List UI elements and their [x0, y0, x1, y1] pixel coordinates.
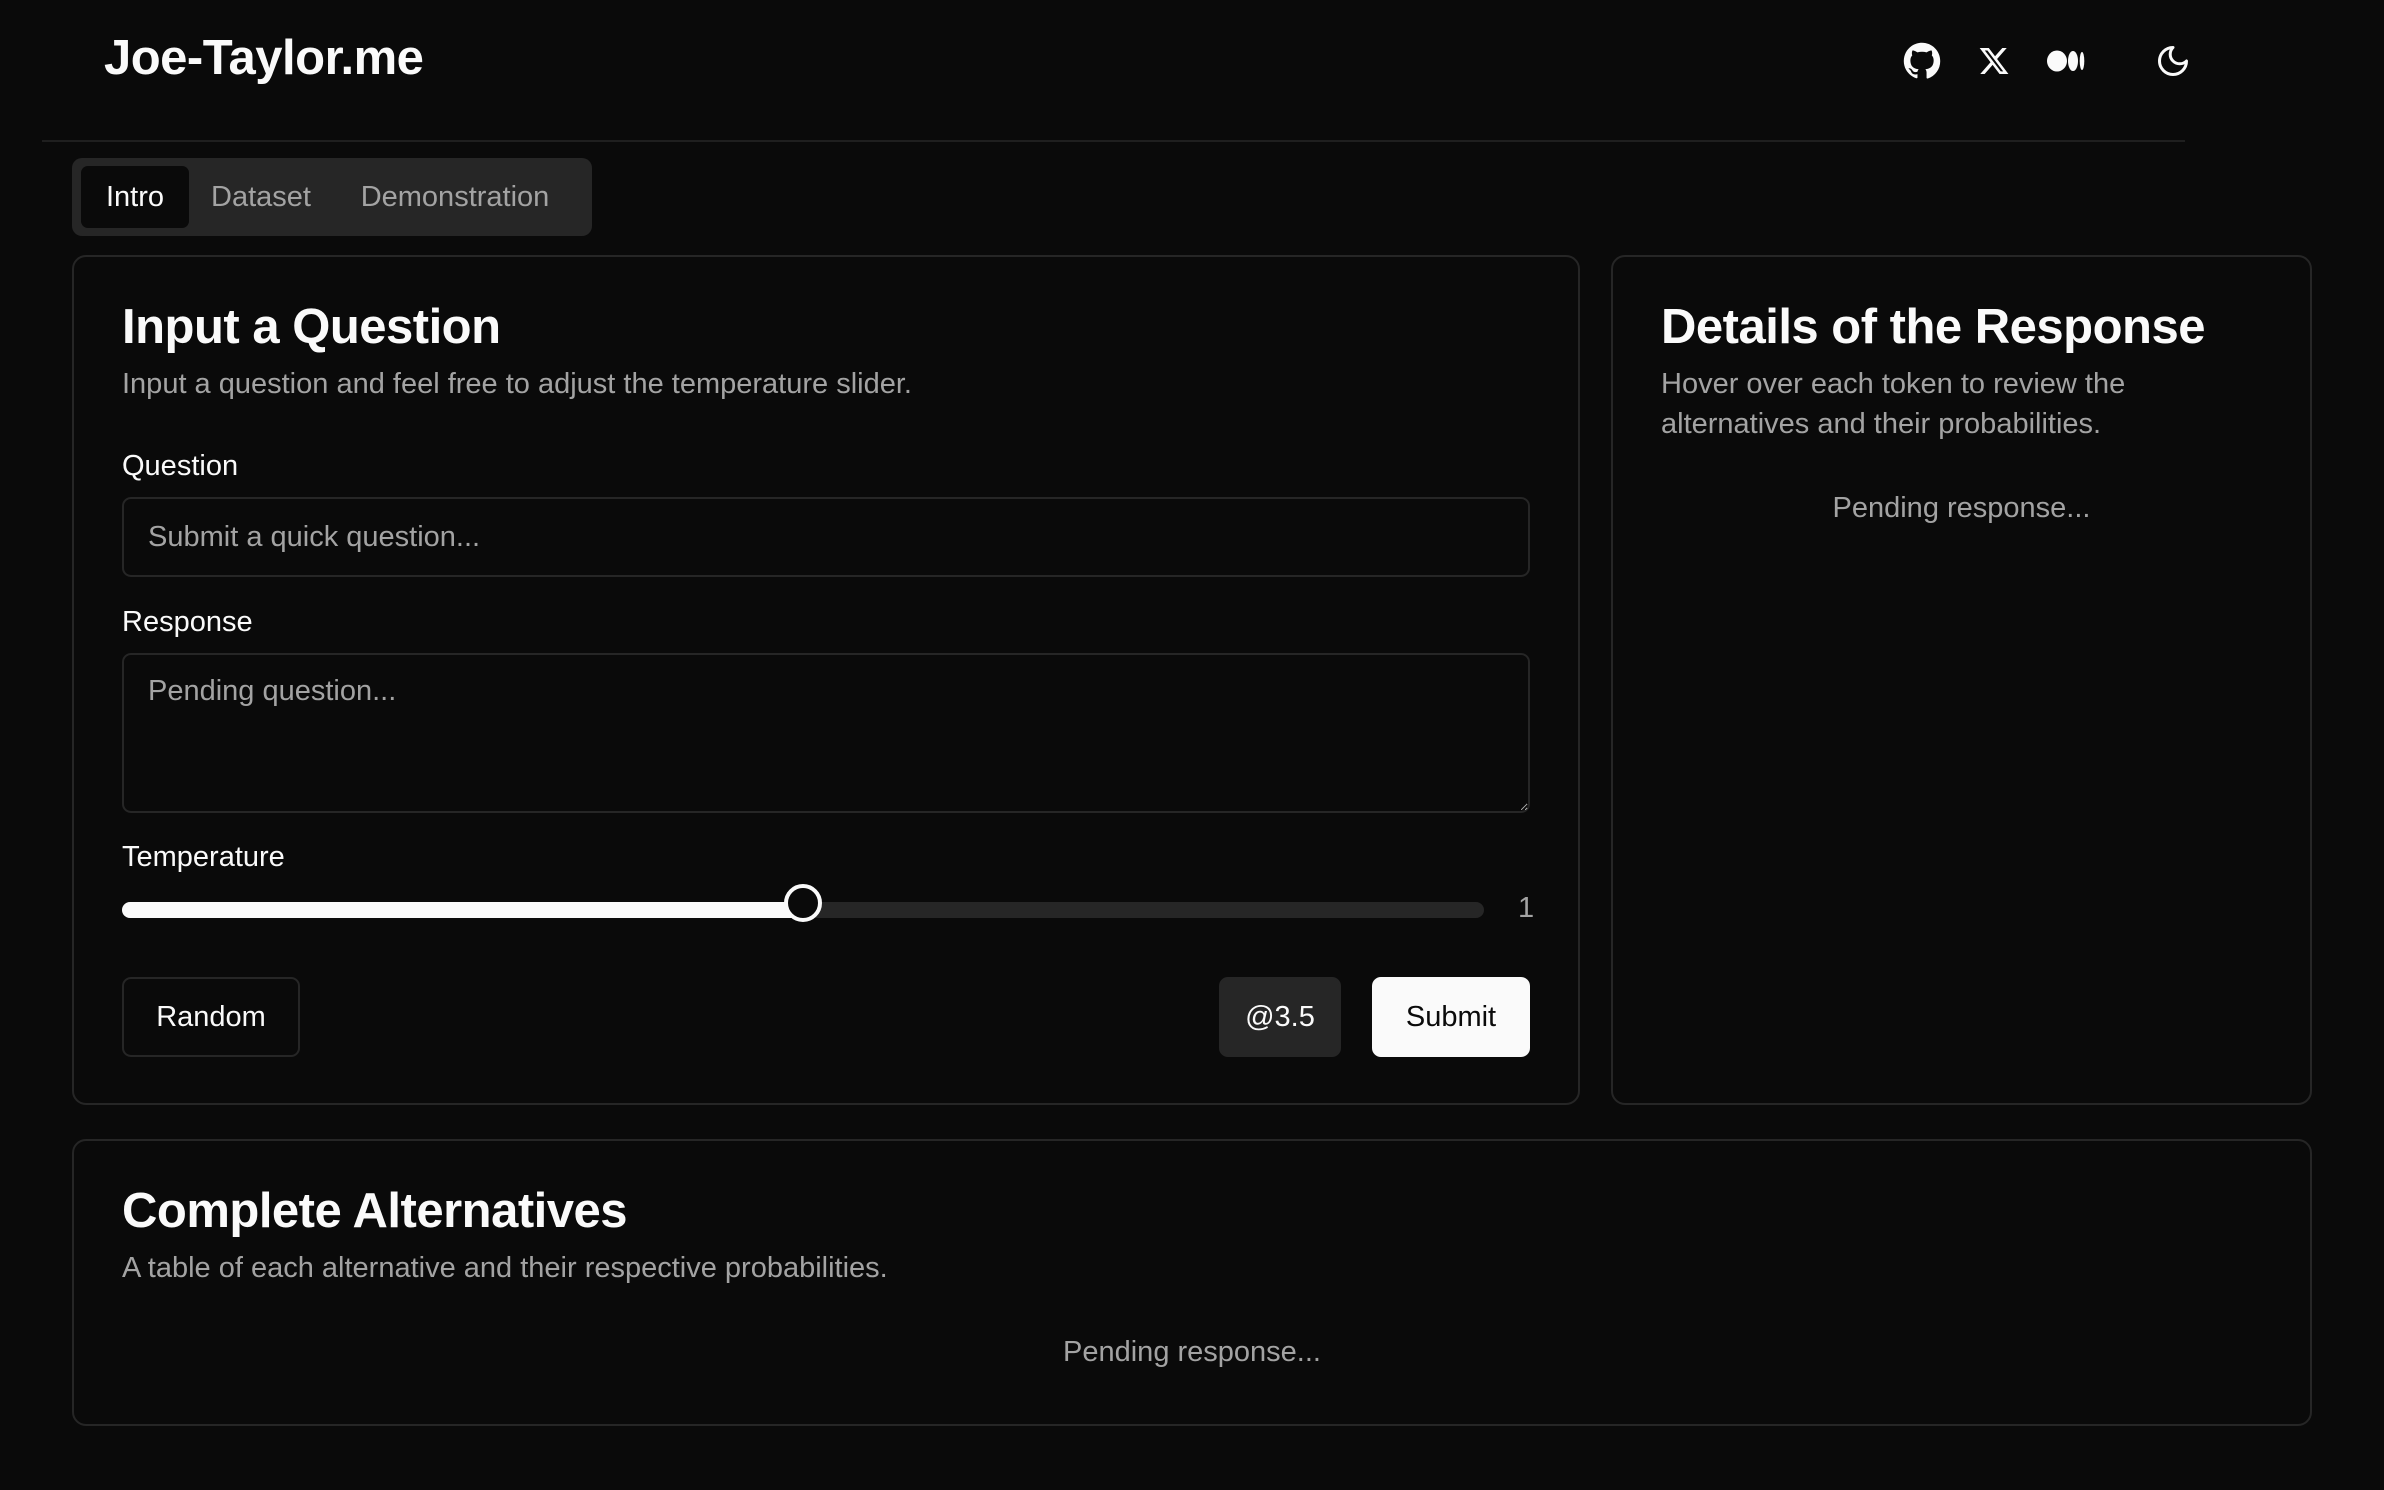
input-question-card: Input a Question Input a question and fe… [72, 255, 1580, 1105]
response-textarea[interactable] [122, 653, 1530, 813]
response-label: Response [122, 606, 253, 638]
header-icon-bar [1885, 36, 2188, 86]
question-label: Question [122, 450, 239, 482]
github-icon[interactable] [1897, 36, 1947, 86]
card-title: Input a Question [122, 300, 501, 354]
response-details-card: Details of the Response Hover over each … [1611, 255, 2312, 1105]
card-description: A table of each alternative and their re… [122, 1252, 888, 1284]
moon-icon[interactable] [2148, 36, 2198, 86]
temperature-slider-fill [122, 902, 803, 918]
random-button[interactable]: Random [122, 977, 300, 1057]
tab-dataset[interactable]: Dataset [196, 166, 326, 228]
temperature-value: 1 [1518, 892, 1535, 924]
site-header: Joe-Taylor.me [42, 0, 2188, 142]
pending-response-text: Pending response... [1832, 492, 2091, 524]
card-description: Hover over each token to review the alte… [1661, 368, 2126, 440]
site-brand[interactable]: Joe-Taylor.me [104, 30, 424, 86]
card-title: Details of the Response [1661, 300, 2205, 354]
x-icon[interactable] [1969, 36, 2019, 86]
temperature-label: Temperature [122, 841, 285, 873]
card-title: Complete Alternatives [122, 1184, 628, 1238]
question-input[interactable] [122, 497, 1530, 577]
complete-alternatives-card: Complete Alternatives A table of each al… [72, 1139, 2312, 1426]
medium-icon[interactable] [2041, 36, 2091, 86]
temperature-slider-thumb[interactable] [784, 884, 822, 922]
pending-response-text: Pending response... [1063, 1336, 1321, 1368]
model-select-button[interactable]: @3.5 [1219, 977, 1341, 1057]
tab-list: Intro Dataset Demonstration [72, 158, 592, 236]
tab-demonstration[interactable]: Demonstration [330, 166, 580, 228]
tab-intro[interactable]: Intro [81, 166, 189, 228]
card-description: Input a question and feel free to adjust… [122, 368, 912, 400]
submit-button[interactable]: Submit [1372, 977, 1530, 1057]
temperature-slider[interactable] [122, 884, 1484, 922]
